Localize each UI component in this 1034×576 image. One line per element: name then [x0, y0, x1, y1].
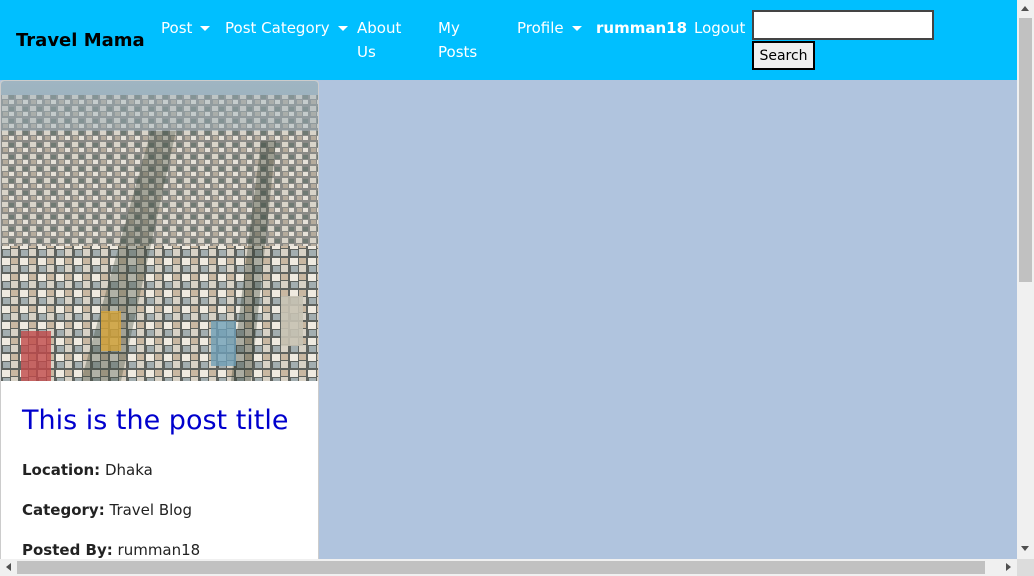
nav-profile-dropdown[interactable]: Profile	[517, 16, 582, 40]
post-card[interactable]: This is the post title Location: Dhaka C…	[0, 80, 319, 570]
caret-down-icon	[337, 26, 348, 31]
scroll-down-arrow-icon[interactable]	[1021, 546, 1029, 551]
post-category: Category: Travel Blog	[22, 497, 308, 523]
search-input[interactable]	[752, 10, 934, 40]
posted-by-value: rumman18	[117, 541, 201, 559]
post-location: Location: Dhaka	[22, 457, 308, 483]
posted-by-label: Posted By:	[22, 541, 113, 559]
nav-about-us[interactable]: About Us	[357, 16, 417, 64]
caret-down-icon	[200, 26, 211, 31]
location-label: Location:	[22, 461, 101, 479]
scroll-left-arrow-icon[interactable]	[6, 563, 11, 571]
nav-profile-label: Profile	[517, 19, 564, 37]
nav-post-dropdown[interactable]: Post	[161, 16, 211, 40]
category-label: Category:	[22, 501, 105, 519]
location-value: Dhaka	[104, 461, 153, 479]
post-title[interactable]: This is the post title	[22, 399, 308, 443]
nav-logout[interactable]: Logout	[694, 16, 745, 40]
horizontal-scrollbar[interactable]	[0, 559, 1017, 576]
category-value: Travel Blog	[109, 501, 192, 519]
scrollbar-corner	[1017, 559, 1034, 576]
nav-post-category-dropdown[interactable]: Post Category	[225, 16, 348, 40]
city-aerial-photo-icon	[1, 81, 318, 381]
vertical-scrollbar[interactable]	[1017, 0, 1034, 576]
search-button[interactable]: Search	[752, 41, 815, 70]
scroll-up-arrow-icon[interactable]	[1021, 6, 1029, 11]
vertical-scroll-thumb[interactable]	[1019, 18, 1032, 282]
nav-username[interactable]: rumman18	[596, 16, 687, 40]
horizontal-scroll-thumb[interactable]	[17, 561, 985, 574]
nav-post-label: Post	[161, 19, 193, 37]
post-card-body: This is the post title Location: Dhaka C…	[22, 399, 308, 563]
top-navbar: Travel Mama Post Post Category About Us …	[0, 0, 1017, 80]
brand-logo[interactable]: Travel Mama	[16, 30, 145, 51]
scroll-right-arrow-icon[interactable]	[1006, 563, 1011, 571]
nav-my-posts[interactable]: My Posts	[438, 16, 488, 64]
nav-post-category-label: Post Category	[225, 19, 330, 37]
post-image[interactable]	[1, 81, 318, 381]
caret-down-icon	[571, 26, 582, 31]
